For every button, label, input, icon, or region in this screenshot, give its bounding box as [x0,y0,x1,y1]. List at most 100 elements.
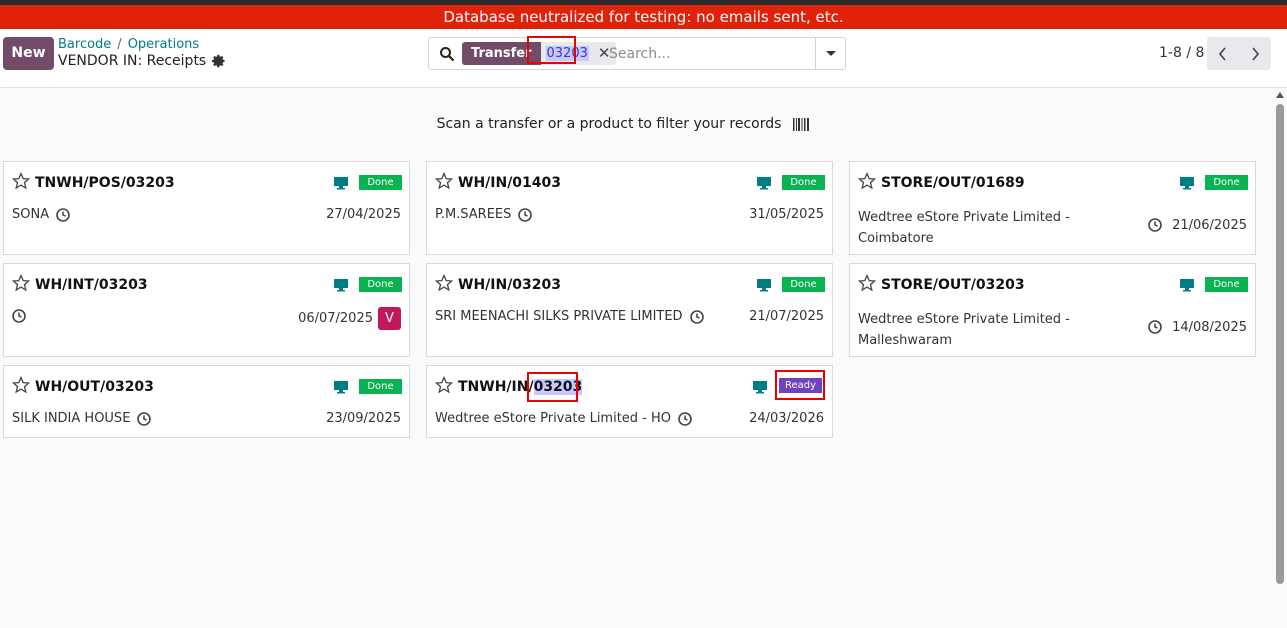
page-title: VENDOR IN: Receipts [58,53,226,69]
transfer-card[interactable]: TNWH/POS/03203 Done SONA 27/04/2025 [3,161,410,255]
control-panel: New Barcode / Operations VENDOR IN: Receip… [0,29,1287,88]
partner-name: SRI MEENACHI SILKS PRIVATE LIMITED [435,309,683,324]
monitor-icon [1180,177,1194,190]
monitor-icon [757,279,771,292]
annotation-box-reference [527,372,578,402]
clock-icon[interactable] [12,309,26,323]
card-reference: WH/INT/03203 [35,277,148,293]
star-icon[interactable] [12,172,30,190]
partner-name-line1: Wedtree eStore Private Limited - [858,210,1070,225]
partner-name-line1: Wedtree eStore Private Limited - [858,312,1070,327]
star-icon[interactable] [435,274,453,292]
monitor-icon [757,177,771,190]
card-partner: Wedtree eStore Private Limited - Mallesh… [858,309,1070,351]
transfer-card[interactable]: WH/INT/03203 Done 06/07/2025 V [3,263,410,357]
clock-icon[interactable] [1148,218,1162,232]
page-title-text: VENDOR IN: Receipts [58,53,207,69]
search-options-toggle[interactable] [815,38,845,69]
search-icon[interactable] [439,46,455,62]
monitor-icon [334,279,348,292]
pager-value[interactable]: 1-8 / 8 [1159,45,1204,61]
annotation-box-status [775,370,825,400]
card-partner: SRI MEENACHI SILKS PRIVATE LIMITED [435,309,704,324]
card-partner: P.M.SAREES [435,207,533,222]
partner-name-line2: Coimbatore [858,231,934,246]
scroll-up-icon[interactable] [1276,92,1284,98]
card-reference: WH/OUT/03203 [35,379,154,395]
search-bar: Transfer 03203 ✕ [428,37,846,70]
transfer-card[interactable]: WH/OUT/03203 Done SILK INDIA HOUSE 23/09… [3,365,410,438]
clock-icon[interactable] [1148,320,1162,334]
search-input[interactable] [609,44,809,64]
card-partner: Wedtree eStore Private Limited - Coimbat… [858,207,1070,249]
partner-name: Wedtree eStore Private Limited - HO [435,411,672,426]
breadcrumb-separator: / [117,37,122,52]
card-partner: SONA [12,207,70,222]
clock-icon[interactable] [56,207,70,222]
clock-icon[interactable] [137,411,152,426]
status-badge: Done [1205,277,1248,292]
card-date: 23/09/2025 [326,411,401,426]
breadcrumb-operations[interactable]: Operations [128,37,199,52]
transfer-card[interactable]: WH/IN/03203 Done SRI MEENACHI SILKS PRIV… [426,263,833,357]
card-reference: WH/IN/03203 [458,277,562,293]
monitor-icon [1180,279,1194,292]
status-badge: Done [782,277,825,292]
card-date: 21/06/2025 [1172,218,1247,233]
clock-icon[interactable] [518,207,533,222]
status-badge: Done [359,175,402,190]
barcode-icon [793,117,810,131]
status-badge: Done [782,175,825,190]
partner-name-line2: Malleshwaram [858,333,952,348]
card-date: 14/08/2025 [1172,320,1247,335]
partner-name: P.M.SAREES [435,207,512,222]
card-date: 24/03/2026 [749,411,824,426]
star-icon[interactable] [435,172,453,190]
star-icon[interactable] [858,274,876,292]
transfer-card[interactable]: STORE/OUT/03203 Done Wedtree eStore Priv… [849,263,1256,357]
scan-hint-text: Scan a transfer or a product to filter y… [436,116,782,132]
transfer-card[interactable]: STORE/OUT/01689 Done Wedtree eStore Priv… [849,161,1256,255]
card-date: 27/04/2025 [326,207,401,222]
new-button[interactable]: New [3,37,54,70]
gear-icon[interactable] [212,54,226,68]
pager-next-button[interactable] [1239,37,1271,70]
card-date: 31/05/2025 [749,207,824,222]
transfer-card[interactable]: TNWH/IN/03203 Ready Wedtree eStore Priva… [426,365,833,438]
card-reference: TNWH/POS/03203 [35,175,175,191]
card-reference: WH/IN/01403 [458,175,562,191]
scan-hint: Scan a transfer or a product to filter y… [0,116,1246,132]
partner-name: SONA [12,207,50,222]
status-badge: Done [359,379,402,394]
star-icon[interactable] [12,274,30,292]
monitor-icon [753,381,767,394]
card-reference-prefix: TNWH/IN/ [458,379,534,395]
pager-previous-button[interactable] [1207,37,1239,70]
avatar[interactable]: V [378,307,401,330]
transfer-card[interactable]: WH/IN/01403 Done P.M.SAREES 31/05/2025 [426,161,833,255]
card-date: 06/07/2025 [298,311,373,326]
breadcrumb-barcode[interactable]: Barcode [58,37,111,52]
star-icon[interactable] [435,376,453,394]
scrollbar[interactable] [1275,92,1285,628]
card-partner [12,309,26,323]
status-badge: Done [1205,175,1248,190]
card-reference: STORE/OUT/03203 [881,277,1025,293]
status-badge: Done [359,277,402,292]
clock-icon[interactable] [678,411,692,426]
card-partner: Wedtree eStore Private Limited - HO [435,411,692,426]
star-icon[interactable] [858,172,876,190]
breadcrumb: Barcode / Operations [58,37,199,52]
monitor-icon [334,381,348,394]
annotation-box-facet [527,36,576,64]
scrollbar-thumb[interactable] [1276,104,1284,584]
star-icon[interactable] [12,376,30,394]
neutralized-banner: Database neutralized for testing: no ema… [0,5,1287,29]
partner-name: SILK INDIA HOUSE [12,411,131,426]
card-reference: STORE/OUT/01689 [881,175,1025,191]
chevron-right-icon [1252,47,1260,61]
monitor-icon [334,177,348,190]
card-date: 21/07/2025 [749,309,824,324]
clock-icon[interactable] [689,309,704,324]
chevron-left-icon [1218,47,1226,61]
